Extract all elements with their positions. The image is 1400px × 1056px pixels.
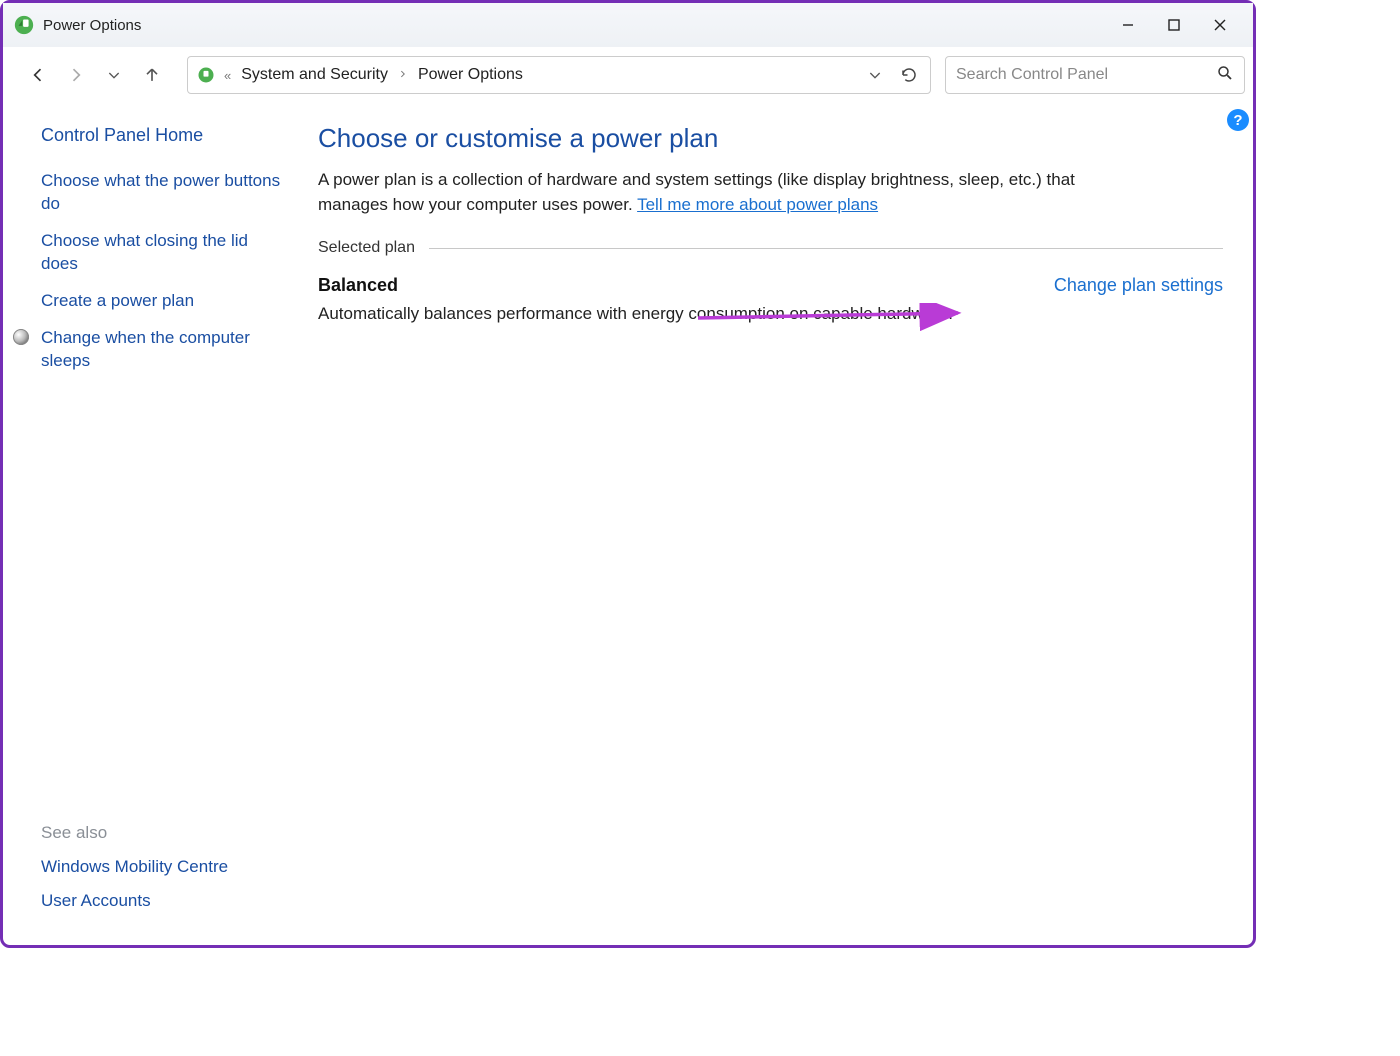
refresh-button[interactable]: [892, 58, 926, 92]
sidebar-link-create-plan[interactable]: Create a power plan: [41, 290, 281, 313]
search-box[interactable]: [945, 56, 1245, 94]
power-plug-icon: [196, 65, 216, 85]
search-input[interactable]: [956, 66, 1216, 84]
search-icon[interactable]: [1216, 64, 1234, 87]
change-plan-settings-link[interactable]: Change plan settings: [1054, 275, 1223, 296]
titlebar: Power Options: [3, 3, 1253, 47]
selected-plan-label: Selected plan: [318, 239, 415, 257]
back-button[interactable]: [21, 58, 55, 92]
chevron-right-icon[interactable]: [398, 68, 408, 82]
toolbar: « System and Security Power Options: [3, 47, 1253, 103]
breadcrumb-overflow-icon[interactable]: «: [224, 68, 231, 83]
sidebar-link-closing-lid[interactable]: Choose what closing the lid does: [41, 230, 281, 276]
sidebar: Control Panel Home Choose what the power…: [3, 103, 308, 945]
recent-locations-button[interactable]: [97, 58, 131, 92]
content-area: ? Choose or customise a power plan A pow…: [308, 103, 1253, 945]
plan-description: Automatically balances performance with …: [318, 304, 1018, 324]
plan-name: Balanced: [318, 275, 398, 296]
breadcrumb-power-options[interactable]: Power Options: [414, 64, 527, 86]
tell-me-more-link[interactable]: Tell me more about power plans: [637, 195, 878, 214]
up-button[interactable]: [135, 58, 169, 92]
selected-plan-section: Selected plan Balanced Change plan setti…: [318, 239, 1223, 324]
page-description: A power plan is a collection of hardware…: [318, 168, 1108, 217]
help-button[interactable]: ?: [1227, 109, 1249, 131]
window-title: Power Options: [43, 17, 141, 34]
address-history-button[interactable]: [858, 58, 892, 92]
forward-button[interactable]: [59, 58, 93, 92]
page-title: Choose or customise a power plan: [318, 123, 1223, 154]
close-button[interactable]: [1197, 9, 1243, 41]
maximize-button[interactable]: [1151, 9, 1197, 41]
see-also-mobility-centre[interactable]: Windows Mobility Centre: [41, 857, 288, 877]
control-panel-home-link[interactable]: Control Panel Home: [41, 125, 288, 146]
divider: [429, 248, 1223, 249]
breadcrumb-system-and-security[interactable]: System and Security: [237, 64, 392, 86]
power-options-icon: [13, 14, 35, 36]
address-bar[interactable]: « System and Security Power Options: [187, 56, 931, 94]
minimize-button[interactable]: [1105, 9, 1151, 41]
sidebar-link-power-buttons[interactable]: Choose what the power buttons do: [41, 170, 281, 216]
see-also-label: See also: [41, 823, 288, 843]
see-also-user-accounts[interactable]: User Accounts: [41, 891, 288, 911]
sidebar-link-computer-sleeps[interactable]: Change when the computer sleeps: [41, 327, 281, 373]
